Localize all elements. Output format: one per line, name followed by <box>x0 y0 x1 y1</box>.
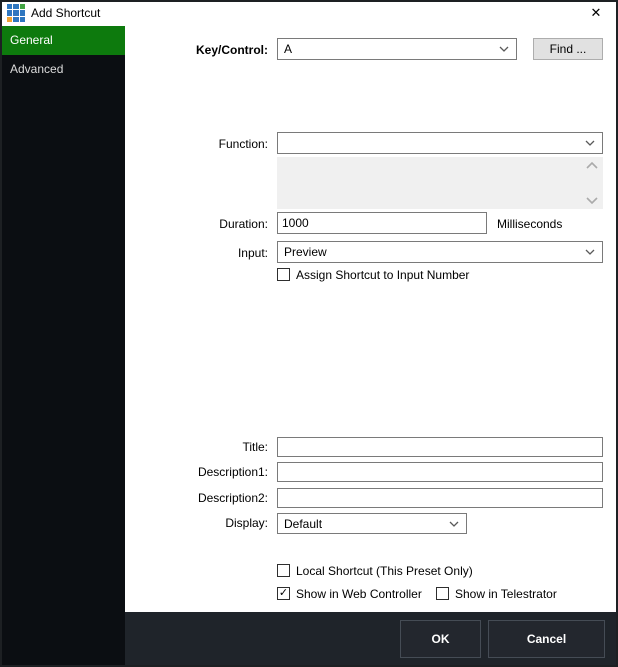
window-title: Add Shortcut <box>31 0 100 26</box>
title-input[interactable] <box>277 437 603 457</box>
key-control-select[interactable]: A <box>277 38 517 60</box>
input-select[interactable]: Preview <box>277 241 603 263</box>
function-select[interactable] <box>277 132 603 154</box>
function-label: Function: <box>103 137 268 151</box>
duration-label: Duration: <box>103 217 268 231</box>
scroll-up-icon[interactable] <box>586 162 598 170</box>
milliseconds-label: Milliseconds <box>497 217 562 231</box>
description2-label: Description2: <box>103 491 268 505</box>
chevron-down-icon <box>499 46 509 52</box>
title-label: Title: <box>103 440 268 454</box>
vmix-grid-icon <box>7 4 25 22</box>
show-telestrator-label: Show in Telestrator <box>455 587 557 601</box>
key-control-label: Key/Control: <box>103 43 268 57</box>
show-web-controller-label: Show in Web Controller <box>296 587 422 601</box>
show-telestrator-checkbox[interactable] <box>436 587 449 600</box>
chevron-down-icon <box>585 249 595 255</box>
input-value: Preview <box>284 245 327 259</box>
assign-input-number-checkbox[interactable] <box>277 268 290 281</box>
show-web-controller-checkbox[interactable]: ✓ <box>277 587 290 600</box>
function-description-panel <box>277 157 603 209</box>
cancel-button[interactable]: Cancel <box>488 620 605 658</box>
display-label: Display: <box>103 516 268 530</box>
sidebar: General Advanced <box>0 26 125 667</box>
add-shortcut-dialog: Add Shortcut ✕ General Advanced Key/Cont… <box>0 0 618 667</box>
close-icon[interactable]: ✕ <box>580 2 612 24</box>
ok-button[interactable]: OK <box>400 620 481 658</box>
local-shortcut-label: Local Shortcut (This Preset Only) <box>296 564 473 578</box>
footer-bar: OK Cancel <box>125 612 618 667</box>
description1-input[interactable] <box>277 462 603 482</box>
chevron-down-icon <box>585 140 595 146</box>
tab-advanced[interactable]: Advanced <box>0 55 125 84</box>
description1-label: Description1: <box>103 465 268 479</box>
assign-input-number-label: Assign Shortcut to Input Number <box>296 268 469 282</box>
display-value: Default <box>284 517 322 531</box>
duration-input[interactable] <box>277 212 487 234</box>
input-label: Input: <box>103 246 268 260</box>
key-control-value: A <box>284 42 292 56</box>
find-button[interactable]: Find ... <box>533 38 603 60</box>
title-bar[interactable]: Add Shortcut ✕ <box>0 0 618 26</box>
scroll-down-icon[interactable] <box>586 196 598 204</box>
chevron-down-icon <box>449 521 459 527</box>
description2-input[interactable] <box>277 488 603 508</box>
local-shortcut-checkbox[interactable] <box>277 564 290 577</box>
display-select[interactable]: Default <box>277 513 467 534</box>
